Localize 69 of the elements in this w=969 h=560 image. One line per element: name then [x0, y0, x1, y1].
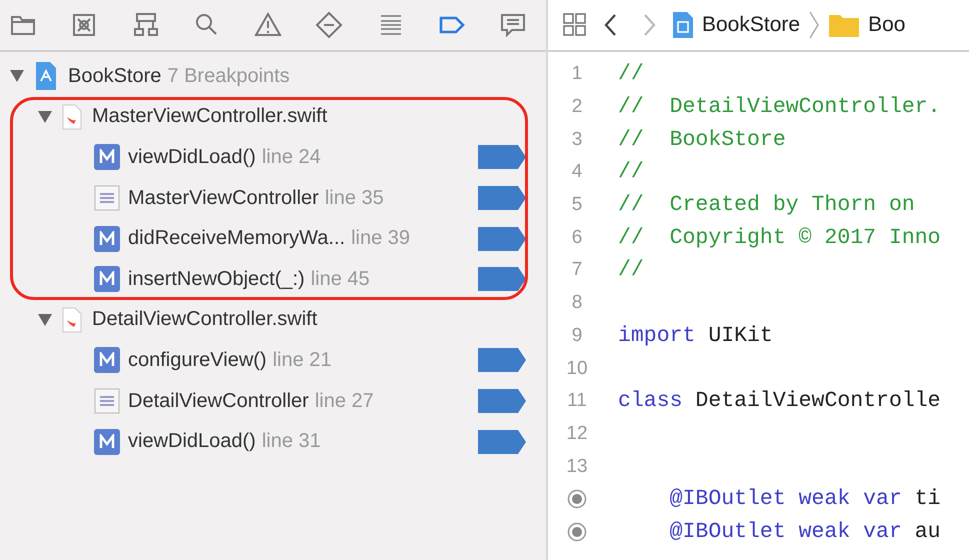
breakpoint-symbol[interactable]: viewDidLoad() [128, 146, 256, 169]
line-number: 10 [566, 358, 588, 380]
code-line: // [618, 160, 644, 184]
breakpoint-symbol[interactable]: MasterViewController [128, 186, 319, 210]
line-number: 8 [572, 292, 582, 314]
breakpoint-marker[interactable] [478, 267, 526, 292]
line-number: 12 [566, 422, 588, 445]
breakpoint-count: 7 Breakpoints [167, 64, 290, 88]
code-line: class DetailViewControlle [618, 389, 941, 414]
swift-file-icon [62, 104, 82, 130]
breakpoint-marker[interactable] [478, 348, 526, 372]
code-line: @IBOutlet weak var au [668, 520, 941, 544]
file-name[interactable]: MasterViewController.swift [92, 105, 328, 128]
breadcrumb-item[interactable]: Boo [868, 13, 906, 37]
code-line: import UIKit [618, 324, 773, 348]
line-number: line 35 [324, 186, 384, 210]
method-icon [94, 144, 120, 170]
breakpoint-symbol[interactable]: insertNewObject(_:) [128, 268, 305, 291]
breakpoint-marker[interactable] [478, 430, 526, 454]
code-line: // Copyright © 2017 Inno [618, 226, 941, 250]
path-separator-icon [808, 10, 820, 40]
code-line: @IBOutlet weak var ti [668, 487, 941, 512]
code-line: // [618, 62, 644, 86]
breakpoint-symbol[interactable]: configureView() [128, 348, 267, 372]
project-file-icon [672, 11, 694, 39]
breakpoint-marker[interactable] [478, 186, 526, 210]
outlet-connection-icon[interactable] [567, 522, 587, 542]
breadcrumb-item[interactable]: BookStore [702, 13, 800, 37]
line-number: 1 [572, 63, 582, 86]
line-number: line 24 [262, 146, 321, 169]
code-line: // [618, 258, 644, 282]
line-number: line 27 [314, 390, 374, 413]
line-number: 2 [572, 96, 582, 118]
code-line: // DetailViewController. [618, 95, 941, 120]
line-number: 5 [572, 194, 582, 216]
line-number: line 21 [272, 348, 332, 372]
line-number: line 39 [351, 227, 410, 250]
breakpoint-symbol[interactable]: viewDidLoad() [128, 430, 256, 454]
line-number: 11 [567, 390, 587, 412]
code-line: // BookStore [618, 128, 786, 152]
test-tab[interactable] [314, 10, 344, 40]
swift-file-icon [62, 306, 82, 333]
line-number: 9 [572, 324, 582, 347]
breakpoint-symbol[interactable]: DetailViewController [128, 390, 309, 413]
folder-icon [828, 12, 860, 38]
code-line: // Created by Thorn on [618, 193, 915, 218]
breakpoint-marker[interactable] [478, 226, 526, 251]
breakpoint-marker[interactable] [478, 145, 526, 170]
project-name[interactable]: BookStore [68, 64, 162, 88]
outlet-connection-icon[interactable] [567, 489, 587, 510]
line-number: line 31 [262, 430, 321, 454]
line-number: 6 [572, 226, 582, 249]
breakpoint-marker[interactable] [478, 389, 526, 414]
project-file-icon [34, 61, 58, 92]
method-icon [94, 428, 120, 455]
method-icon [94, 266, 120, 292]
method-icon [94, 226, 120, 252]
document-lines-icon [94, 185, 120, 212]
breakpoint-symbol[interactable]: didReceiveMemoryWa... [128, 227, 346, 250]
line-number: 4 [572, 161, 582, 184]
line-number: line 45 [310, 268, 370, 291]
document-lines-icon [94, 388, 120, 414]
line-number: 13 [566, 456, 588, 478]
line-number: 7 [572, 259, 582, 282]
file-name[interactable]: DetailViewController.swift [92, 308, 318, 332]
method-icon [94, 347, 120, 374]
disclosure-triangle[interactable] [10, 70, 24, 82]
line-number: 3 [572, 128, 582, 151]
related-items-icon[interactable] [562, 12, 588, 38]
